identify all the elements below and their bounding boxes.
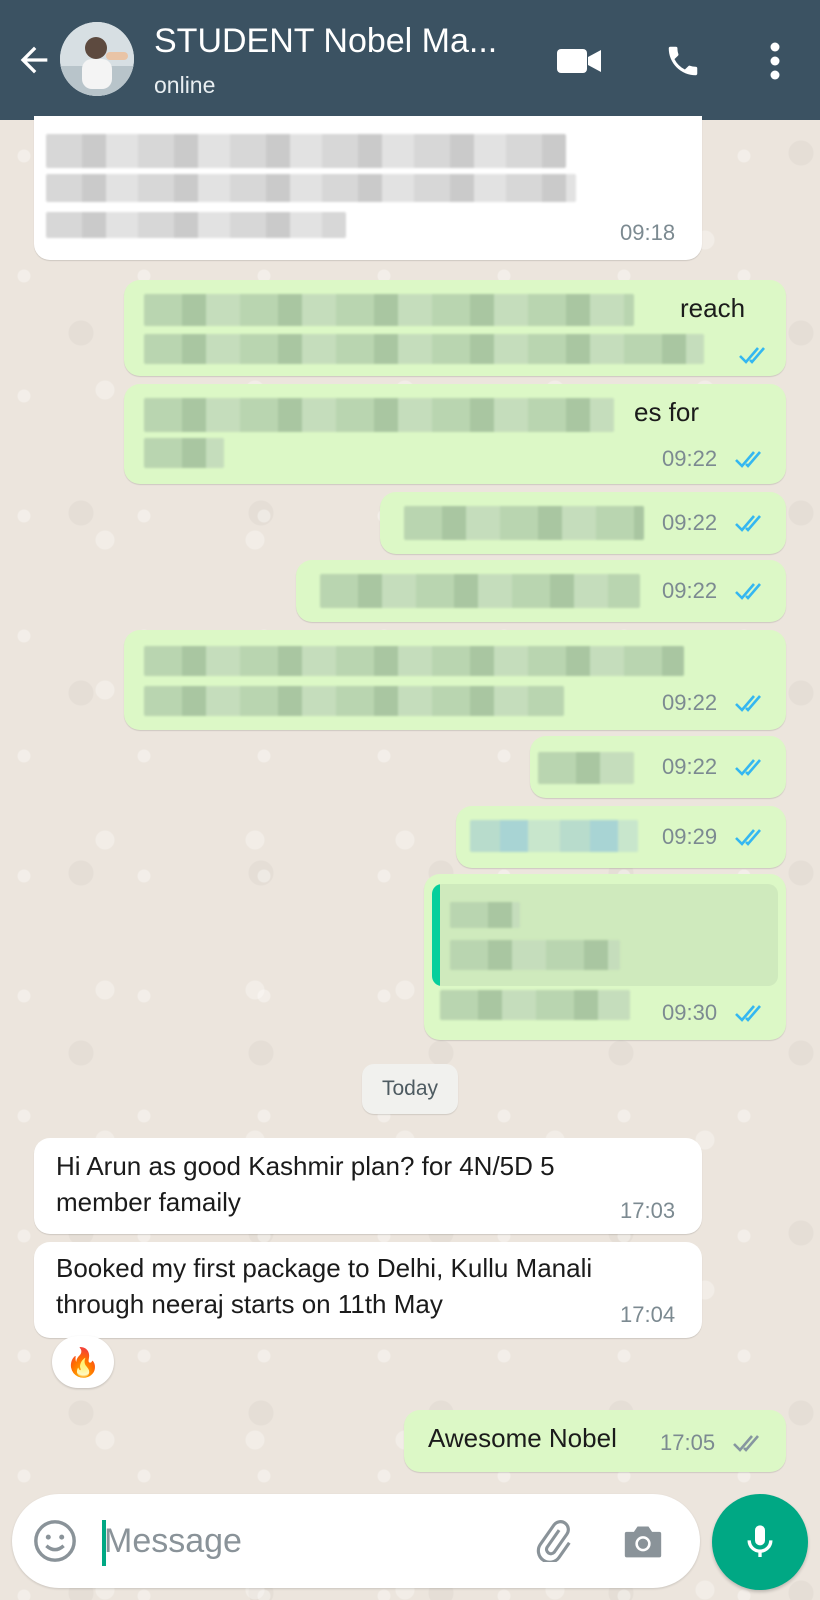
redacted-text — [320, 574, 640, 608]
paperclip-icon — [536, 1520, 571, 1562]
vertical-dots-icon — [770, 42, 780, 80]
avatar-photo — [60, 22, 134, 96]
message-bubble-incoming[interactable]: Booked my first package to Delhi, Kullu … — [34, 1242, 702, 1338]
day-divider: Today — [362, 1064, 458, 1114]
redacted-text — [46, 174, 576, 202]
emoji-icon — [34, 1520, 76, 1562]
redacted-text — [144, 438, 224, 468]
redacted-text — [440, 990, 630, 1020]
more-options-button[interactable] — [750, 38, 800, 84]
message-bubble-outgoing[interactable]: 09:30 — [424, 874, 786, 1040]
message-time: 09:18 — [620, 220, 676, 245]
redacted-text — [46, 212, 346, 238]
redacted-text — [450, 902, 520, 928]
message-time: 09:29 — [662, 824, 718, 849]
video-call-button[interactable] — [554, 38, 604, 84]
redacted-text — [404, 506, 644, 540]
redacted-text — [144, 398, 614, 432]
fire-emoji: 🔥 — [65, 1345, 101, 1379]
message-bubble-outgoing[interactable]: es for 09:22 — [124, 384, 786, 484]
read-receipt-icon — [735, 451, 761, 468]
quote-accent-bar — [432, 884, 440, 986]
delivered-receipt-icon — [733, 1435, 759, 1452]
redacted-text — [144, 294, 634, 326]
camera-button[interactable] — [618, 1516, 668, 1566]
message-partial-text: reach — [680, 293, 746, 323]
quoted-message[interactable] — [432, 884, 778, 986]
redacted-text — [538, 752, 634, 784]
message-partial-text: es for — [634, 397, 700, 427]
message-text: Hi Arun as good Kashmir plan? for 4N/5D … — [56, 1151, 555, 1217]
message-bubble-outgoing[interactable]: 09:22 — [124, 630, 786, 730]
message-time: 09:22 — [662, 510, 718, 535]
message-text: Awesome Nobel — [428, 1423, 617, 1453]
message-bubble-outgoing[interactable]: Awesome Nobel 17:05 — [404, 1410, 786, 1472]
message-bubble-incoming[interactable]: Hi Arun as good Kashmir plan? for 4N/5D … — [34, 1138, 702, 1234]
message-time: 17:03 — [620, 1198, 676, 1223]
read-receipt-icon — [735, 695, 761, 712]
message-time: 09:22 — [662, 690, 718, 715]
camera-icon — [624, 1526, 662, 1558]
redacted-text — [144, 646, 684, 676]
read-receipt-icon — [739, 347, 765, 364]
message-time: 09:22 — [662, 446, 718, 471]
redacted-text — [144, 686, 564, 716]
message-reaction[interactable]: 🔥 — [52, 1336, 114, 1388]
message-time: 09:22 — [662, 578, 718, 603]
message-time: 17:05 — [660, 1430, 716, 1455]
voice-record-button[interactable] — [712, 1494, 808, 1590]
phone-icon — [668, 46, 698, 76]
message-text: Booked my first package to Delhi, Kullu … — [56, 1253, 593, 1319]
message-bubble-incoming[interactable]: 09:18 — [34, 116, 702, 260]
read-receipt-icon — [735, 759, 761, 776]
message-input[interactable] — [104, 1512, 484, 1570]
contact-name[interactable]: STUDENT Nobel Ma... — [154, 22, 534, 61]
message-time: 09:30 — [662, 1000, 718, 1025]
read-receipt-icon — [735, 829, 761, 846]
emoji-button[interactable] — [30, 1516, 80, 1566]
message-time: 17:04 — [620, 1302, 676, 1327]
read-receipt-icon — [735, 1005, 761, 1022]
chat-header: STUDENT Nobel Ma... online — [0, 0, 820, 120]
read-receipt-icon — [735, 515, 761, 532]
redacted-text — [46, 134, 566, 168]
message-bubble-outgoing[interactable]: 09:29 — [456, 806, 786, 868]
redacted-text — [450, 940, 620, 970]
voice-call-button[interactable] — [658, 38, 708, 84]
message-bubble-outgoing[interactable]: 09:22 — [296, 560, 786, 622]
message-bubble-outgoing[interactable]: 09:22 — [530, 736, 786, 798]
message-bubble-outgoing[interactable]: 09:22 — [380, 492, 786, 554]
arrow-left-icon — [20, 46, 48, 74]
microphone-icon — [747, 1525, 773, 1557]
redacted-text — [470, 820, 638, 852]
message-bubble-outgoing[interactable]: reach — [124, 280, 786, 376]
contact-avatar[interactable] — [60, 22, 134, 96]
message-composer — [12, 1494, 700, 1588]
message-time: 09:22 — [662, 754, 718, 779]
redacted-text — [144, 334, 704, 364]
video-camera-icon — [557, 49, 601, 73]
attach-button[interactable] — [528, 1516, 578, 1566]
back-button[interactable] — [12, 38, 56, 82]
contact-status: online — [154, 72, 216, 98]
read-receipt-icon — [735, 583, 761, 600]
